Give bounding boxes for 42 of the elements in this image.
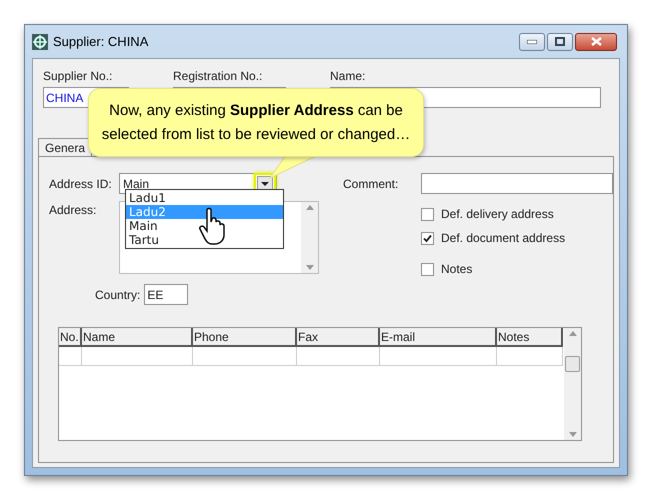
field-label: Address: (49, 202, 98, 219)
scrollbar[interactable] (564, 328, 581, 440)
scrollbar-thumb[interactable] (565, 356, 580, 372)
checkbox[interactable] (421, 232, 434, 244)
checkbox[interactable] (421, 208, 434, 220)
app-icon (32, 34, 48, 50)
field-label: Supplier No.: (43, 68, 114, 85)
down-arrow-icon[interactable] (306, 265, 314, 270)
tab[interactable]: Genera (38, 138, 92, 156)
field-label: Name: (330, 68, 366, 85)
window-title: Supplier: CHINA (53, 32, 148, 51)
up-arrow-icon[interactable] (306, 205, 314, 210)
scrollbar[interactable] (301, 202, 318, 273)
field-label: Address ID: (49, 176, 113, 192)
column-header[interactable]: Phone (193, 328, 297, 347)
field-label: Registration No.: (173, 68, 264, 85)
maximize-button[interactable] (547, 32, 573, 50)
minimize-button[interactable] (519, 32, 545, 50)
dropdown-option[interactable]: Tartu (126, 233, 283, 247)
column-header[interactable]: Fax (297, 328, 380, 347)
minimize-icon (527, 40, 537, 44)
field-label: Comment: (343, 176, 400, 192)
table-cell (59, 347, 82, 366)
close-button[interactable] (575, 32, 617, 50)
column-header[interactable]: E-mail (380, 328, 497, 347)
close-icon (590, 37, 602, 46)
column-header[interactable]: Notes (497, 328, 563, 347)
country-field[interactable]: EE (144, 284, 188, 305)
checkbox-label: Def. delivery address (441, 206, 554, 223)
checkbox-label: Def. document address (441, 230, 566, 247)
down-arrow-icon[interactable] (568, 432, 576, 437)
dropdown-option[interactable]: Ladu1 (126, 191, 283, 205)
field-label: Country: (95, 286, 140, 304)
column-header[interactable]: No. (59, 328, 82, 347)
checkbox[interactable] (421, 262, 434, 276)
restore-icon (555, 37, 565, 46)
up-arrow-icon[interactable] (568, 331, 576, 336)
table-cell (497, 347, 563, 366)
checkbox-label: Notes (441, 261, 472, 278)
column-header[interactable]: Name (82, 328, 193, 347)
comment-field[interactable] (421, 173, 613, 194)
dropdown-option[interactable]: Main (126, 219, 283, 233)
